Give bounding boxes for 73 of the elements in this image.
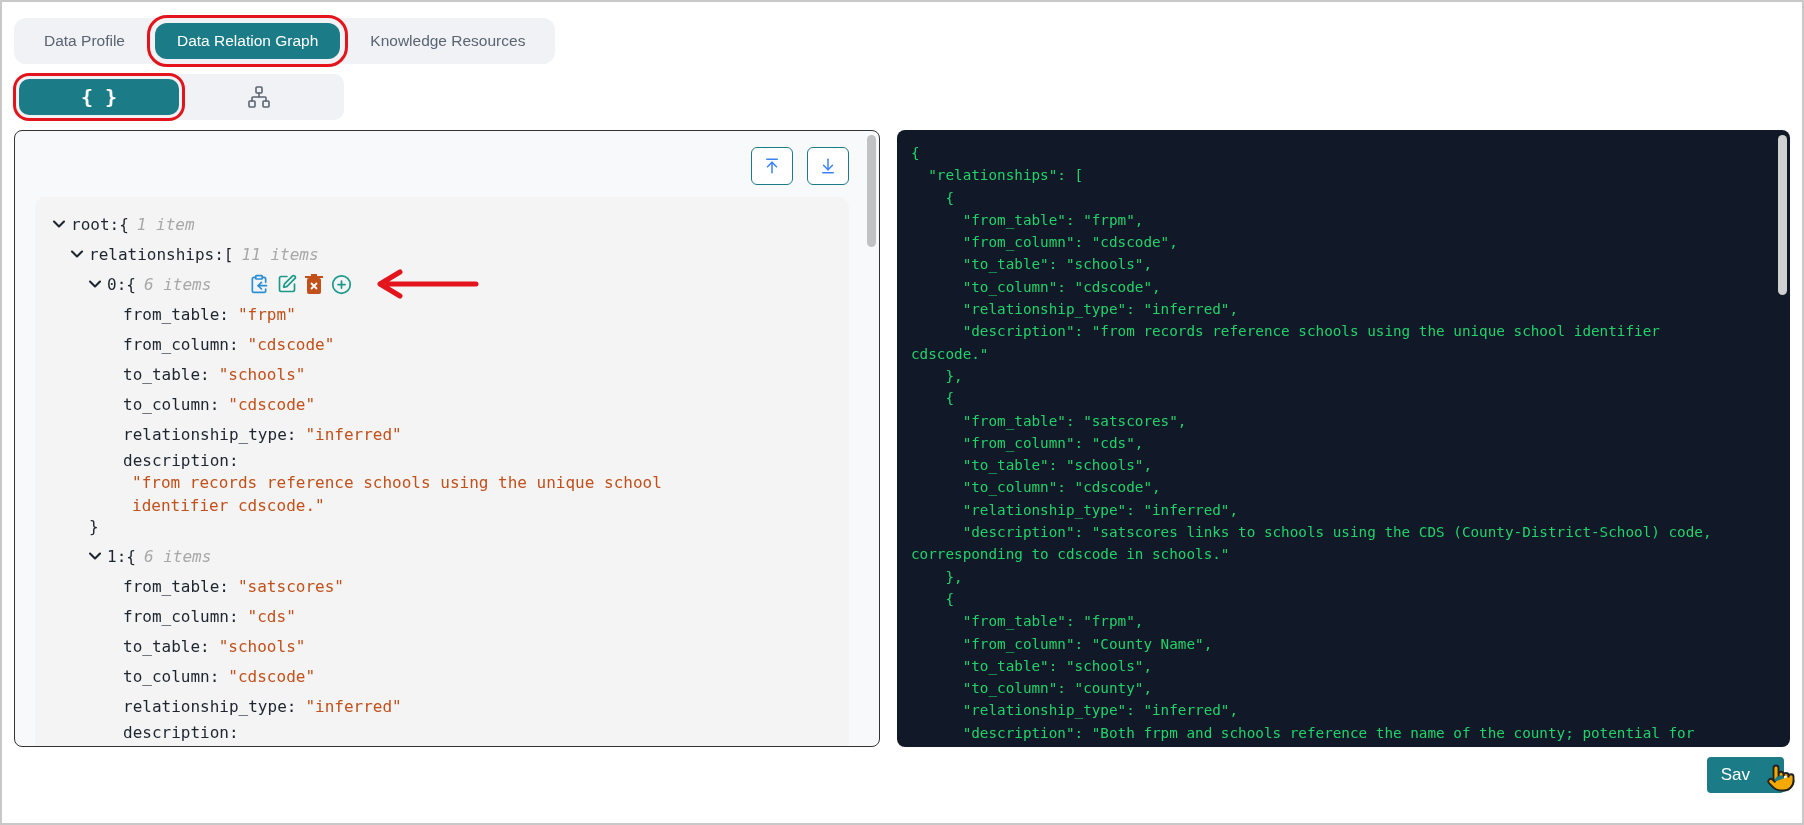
download-button[interactable]: [807, 147, 849, 185]
code-line: {: [944, 589, 956, 609]
field-key: description:: [123, 450, 239, 470]
field-value: "inferred": [305, 424, 402, 444]
code-line: "from_table": "satscores",: [961, 411, 1188, 432]
node-label: 0:{: [107, 274, 136, 294]
item-count: 1 item: [136, 214, 195, 234]
field-value: "schools": [218, 364, 306, 384]
item-count: 6 items: [143, 546, 212, 566]
code-line: },: [944, 366, 964, 386]
field-value: "schools": [218, 636, 306, 656]
field-key: from_table:: [123, 304, 229, 324]
closing-brace: }: [89, 517, 99, 536]
code-line: "to_column": "county",: [961, 679, 1153, 699]
code-line: cdscode.": [911, 344, 990, 364]
code-line: "to_table": "schools",: [961, 656, 1153, 677]
trash-icon[interactable]: [305, 274, 324, 294]
code-line: {: [911, 144, 921, 163]
field-key: from_column:: [123, 606, 239, 626]
code-line: "to_table": "schools",: [961, 255, 1153, 275]
code-line: "relationships": [: [927, 166, 1085, 186]
code-line: "to_column": "cdscode",: [961, 478, 1162, 498]
clipboard-icon[interactable]: [249, 274, 270, 294]
code-line: "from_column": "cds",: [961, 433, 1145, 454]
field-value: "inferred": [305, 696, 402, 716]
code-line: "relationship_type": "inferred",: [961, 701, 1240, 721]
code-line: corresponding to cdscode in schools.": [911, 545, 1231, 565]
field-key: from_table:: [123, 576, 229, 596]
pen-icon[interactable]: [277, 274, 298, 294]
field-key: to_column:: [123, 394, 220, 414]
tab[interactable]: Knowledge Resources: [348, 23, 548, 59]
field-value: "cdscode": [228, 666, 316, 686]
field-key: to_table:: [123, 364, 210, 384]
field-key: relationship_type:: [123, 424, 297, 444]
field-value: "satscores": [237, 576, 344, 596]
hand-cursor-icon: [1766, 763, 1796, 793]
node-label: 1:{: [107, 546, 136, 566]
item-count: 11 items: [241, 244, 319, 264]
field-key: to_table:: [123, 636, 210, 656]
field-key: from_column:: [123, 334, 239, 354]
download-icon: [819, 157, 837, 175]
field-value: "frpm": [237, 304, 296, 324]
code-line: {: [944, 188, 956, 208]
field-key: to_column:: [123, 666, 220, 686]
code-line: "relationship_type": "inferred",: [961, 300, 1240, 320]
scrollbar[interactable]: [867, 135, 876, 247]
node-label: relationships:[: [89, 244, 234, 264]
collapse-button[interactable]: [751, 147, 793, 185]
code-line: "description": "from records reference schools using the unique school identifier: [961, 322, 1661, 342]
code-line: "relationship_type": "inferred",: [961, 500, 1240, 521]
tab[interactable]: Data Profile: [22, 23, 147, 59]
field-value: "from records reference schools using the unique school identifier cdscode.": [131, 472, 663, 517]
code-line: "from_column": "County Name",: [961, 634, 1214, 655]
item-count: 6 items: [143, 274, 212, 294]
code-line: "description": "satscores links to schools using the CDS (County-District-School) code,: [961, 523, 1713, 543]
arrow-up-icon: [763, 157, 781, 175]
scrollbar[interactable]: [1778, 135, 1787, 295]
code-line: "from_table": "frpm",: [961, 210, 1145, 231]
code-line: "to_table": "schools",: [961, 456, 1153, 476]
add-icon[interactable]: [331, 273, 353, 295]
code-line: },: [944, 567, 964, 587]
code-line: "from_column": "cdscode",: [961, 233, 1179, 253]
field-key: description:: [123, 722, 239, 742]
code-line: "description": "Both frpm and schools reference the name of the county; potential for: [961, 723, 1696, 743]
code-line: "to_column": "cdscode",: [961, 277, 1162, 298]
field-value: "cds": [247, 606, 296, 626]
field-value: "cdscode": [228, 394, 316, 414]
code-line: "from_table": "frpm",: [961, 612, 1145, 632]
field-key: relationship_type:: [123, 696, 297, 716]
code-line: {: [944, 389, 956, 409]
network-icon: [247, 85, 271, 109]
node-label: root:{: [71, 214, 129, 234]
field-value: "cdscode": [247, 334, 335, 354]
